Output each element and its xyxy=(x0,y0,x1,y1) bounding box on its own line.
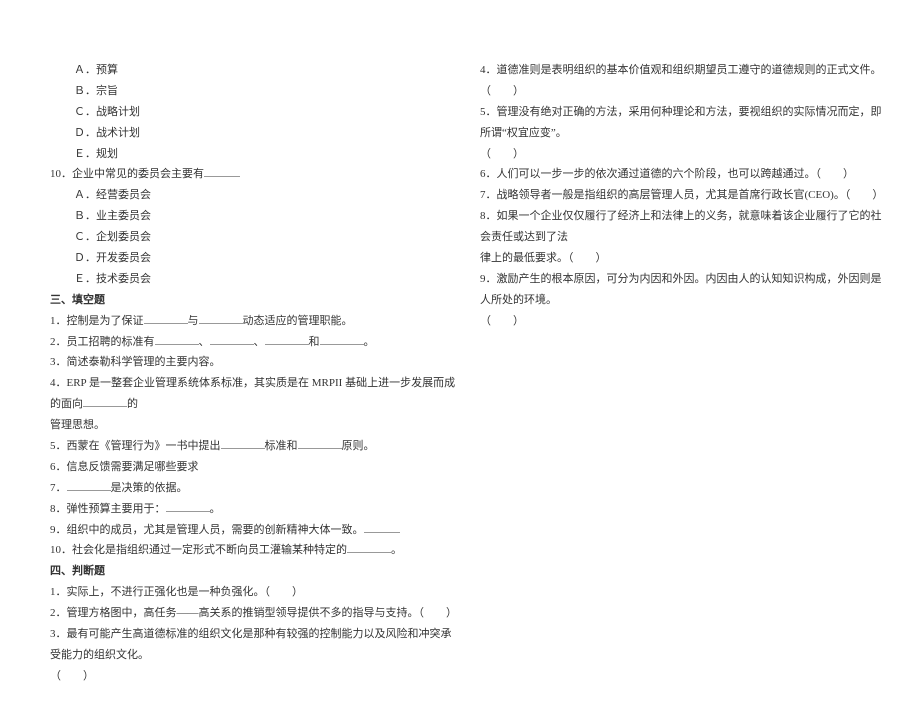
q9-option-b: Ｂ．宗旨 xyxy=(50,81,460,102)
fill-7: 7． 是决策的依据。 xyxy=(50,478,460,499)
q9-option-c: Ｃ．战略计划 xyxy=(50,102,460,123)
fill-2: 2．员工招聘的标准有 、 、 和 。 xyxy=(50,332,460,353)
q10-option-e: Ｅ．技术委员会 xyxy=(50,269,460,290)
f2c: 、 xyxy=(254,336,265,348)
blank xyxy=(298,438,342,449)
f7a: 7． xyxy=(50,482,67,494)
f4b: 的 xyxy=(127,398,138,410)
fill-3: 3．简述泰勒科学管理的主要内容。 xyxy=(50,352,460,373)
judge-6: 6．人们可以一步一步的依次通过道德的六个阶段，也可以跨越通过。（ ） xyxy=(480,164,890,185)
blank xyxy=(210,334,254,345)
fill-8: 8．弹性预算主要用于： 。 xyxy=(50,499,460,520)
blank xyxy=(347,543,391,554)
q10-option-c: Ｃ．企划委员会 xyxy=(50,227,460,248)
blank xyxy=(221,438,265,449)
judge-2: 2．管理方格图中，高任务——高关系的推销型领导提供不多的指导与支持。（ ） xyxy=(50,603,460,624)
blank xyxy=(265,334,309,345)
judge-3-line1: 3．最有可能产生高道德标准的组织文化是那种有较强的控制能力以及风险和冲突承受能力… xyxy=(50,624,460,666)
f2a: 2．员工招聘的标准有 xyxy=(50,336,155,348)
judge-7: 7．战略领导者一般是指组织的高层管理人员，尤其是首席行政长官(CEO)。（ ） xyxy=(480,185,890,206)
q10-option-b: Ｂ．业主委员会 xyxy=(50,206,460,227)
f9a: 9．组织中的成员，尤其是管理人员，需要的创新精神大体一致。 xyxy=(50,524,364,536)
blank xyxy=(67,480,111,491)
f1a: 1．控制是为了保证 xyxy=(50,315,144,327)
f7b: 是决策的依据。 xyxy=(111,482,188,494)
blank xyxy=(199,313,243,324)
fill-10: 10．社会化是指组织通过一定形式不断向员工灌输某种特定的 。 xyxy=(50,540,460,561)
q10-stem: 10．企业中常见的委员会主要有 xyxy=(50,164,460,185)
fill-1: 1．控制是为了保证 与 动态适应的管理职能。 xyxy=(50,311,460,332)
f2d: 和 xyxy=(309,336,320,348)
f2b: 、 xyxy=(199,336,210,348)
section3-heading: 三、填空题 xyxy=(50,290,460,311)
q10-option-a: Ａ．经营委员会 xyxy=(50,185,460,206)
f2e: 。 xyxy=(364,336,375,348)
judge-3-line2: （ ） xyxy=(50,666,460,687)
judge-9-line2: （ ） xyxy=(480,311,890,332)
f5a: 5．西蒙在《管理行为》一书中提出 xyxy=(50,440,221,452)
blank xyxy=(364,522,400,533)
f5c: 原则。 xyxy=(342,440,375,452)
f5b: 标准和 xyxy=(265,440,298,452)
f10b: 。 xyxy=(391,544,402,556)
blank xyxy=(155,334,199,345)
f10a: 10．社会化是指组织通过一定形式不断向员工灌输某种特定的 xyxy=(50,544,347,556)
judge-9-line1: 9．激励产生的根本原因，可分为内因和外因。内因由人的认知知识构成，外因则是人所处… xyxy=(480,269,890,311)
left-column: Ａ．预算 Ｂ．宗旨 Ｃ．战略计划 Ｄ．战术计划 Ｅ．规划 10．企业中常见的委员… xyxy=(50,60,460,687)
f8b: 。 xyxy=(210,503,221,515)
q10-option-d: Ｄ．开发委员会 xyxy=(50,248,460,269)
q9-option-e: Ｅ．规划 xyxy=(50,144,460,165)
blank xyxy=(83,396,127,407)
fill-5: 5．西蒙在《管理行为》一书中提出 标准和 原则。 xyxy=(50,436,460,457)
blank xyxy=(204,167,240,178)
fill-6: 6．信息反馈需要满足哪些要求 xyxy=(50,457,460,478)
f8a: 8．弹性预算主要用于： xyxy=(50,503,166,515)
f1c: 动态适应的管理职能。 xyxy=(243,315,353,327)
judge-5-line1: 5．管理没有绝对正确的方法，采用何种理论和方法，要视组织的实际情况而定，即所谓“… xyxy=(480,102,890,144)
blank xyxy=(144,313,188,324)
judge-5-line2: （ ） xyxy=(480,144,890,165)
judge-8-line2: 律上的最低要求。（ ） xyxy=(480,248,890,269)
q9-option-a: Ａ．预算 xyxy=(50,60,460,81)
fill-9: 9．组织中的成员，尤其是管理人员，需要的创新精神大体一致。 xyxy=(50,520,460,541)
judge-4: 4．道德准则是表明组织的基本价值观和组织期望员工遵守的道德规则的正式文件。（ ） xyxy=(480,60,890,102)
blank xyxy=(166,501,210,512)
fill-4-line2: 管理思想。 xyxy=(50,415,460,436)
section4-heading: 四、判断题 xyxy=(50,561,460,582)
f1b: 与 xyxy=(188,315,199,327)
right-column: 4．道德准则是表明组织的基本价值观和组织期望员工遵守的道德规则的正式文件。（ ）… xyxy=(480,60,890,687)
judge-8-line1: 8．如果一个企业仅仅履行了经济上和法律上的义务，就意味着该企业履行了它的社会责任… xyxy=(480,206,890,248)
q10-stem-text: 10．企业中常见的委员会主要有 xyxy=(50,168,204,180)
q9-option-d: Ｄ．战术计划 xyxy=(50,123,460,144)
fill-4-line1: 4．ERP 是一整套企业管理系统体系标准，其实质是在 MRPII 基础上进一步发… xyxy=(50,373,460,415)
blank xyxy=(320,334,364,345)
judge-1: 1．实际上，不进行正强化也是一种负强化。（ ） xyxy=(50,582,460,603)
